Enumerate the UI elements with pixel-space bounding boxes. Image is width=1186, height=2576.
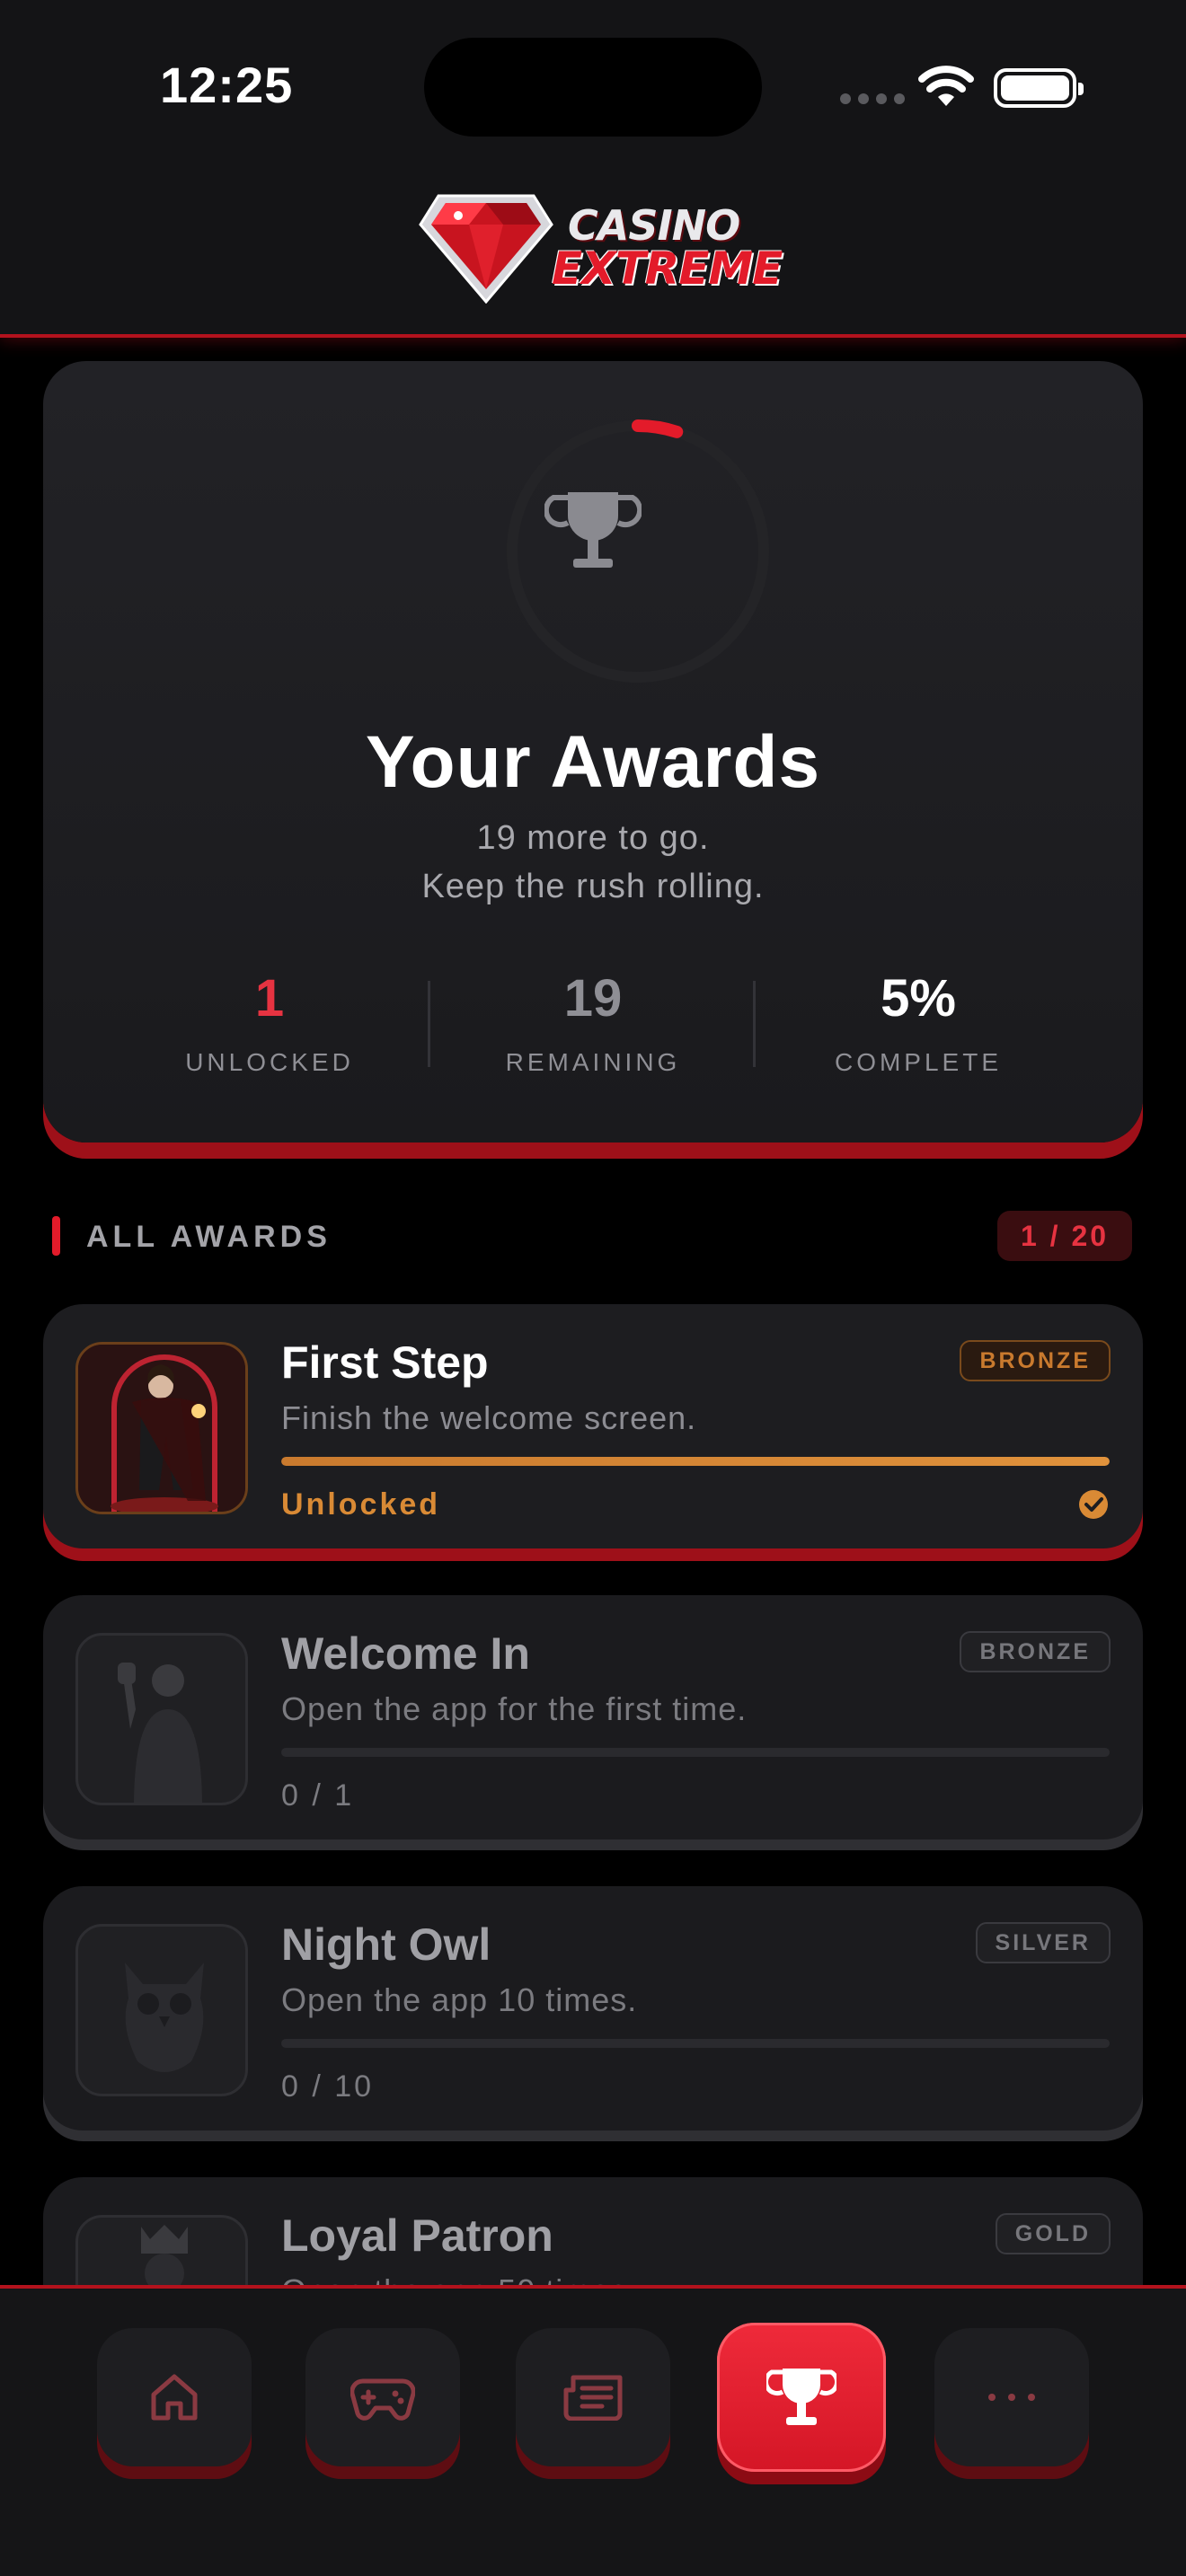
stat-divider (428, 981, 430, 1067)
owl-silhouette-icon (125, 1963, 204, 2072)
awards-summary-card: Your Awards 19 more to go. Keep the rush… (43, 361, 1143, 1142)
home-icon (151, 2374, 198, 2421)
award-image (75, 1924, 248, 2096)
dynamic-island (424, 38, 762, 137)
check-circle-icon (1079, 1490, 1108, 1519)
award-status: 0 / 10 (281, 2069, 375, 2104)
tier-badge: BRONZE (960, 1340, 1111, 1381)
award-card-first-step[interactable]: First Step Finish the welcome screen. BR… (43, 1304, 1143, 1548)
stat-remaining: 19 REMAINING (440, 968, 746, 1077)
award-progress-bar (281, 1748, 1110, 1757)
logo-extreme-text: EXTREME (552, 243, 783, 295)
award-status: Unlocked (281, 1487, 441, 1522)
battery-icon (994, 68, 1084, 108)
stat-value: 5% (881, 969, 956, 1028)
nav-more-button[interactable] (934, 2328, 1089, 2466)
tier-badge: BRONZE (960, 1631, 1111, 1672)
awards-screen: 12:25 CASINO EXTREME Your Awards 19 more… (0, 0, 1186, 2576)
trophy-icon (766, 2369, 836, 2425)
stat-label: COMPLETE (834, 1048, 1003, 1076)
casino-extreme-logo[interactable]: CASINO EXTREME (419, 187, 783, 313)
news-icon (563, 2375, 623, 2421)
nav-games-button[interactable] (305, 2328, 460, 2466)
stat-label: UNLOCKED (185, 1048, 354, 1076)
nav-news-button[interactable] (516, 2328, 670, 2466)
award-image (75, 1342, 248, 1514)
nav-home-button[interactable] (97, 2328, 252, 2466)
stats-row: 1 UNLOCKED 19 REMAINING 5% COMPLETE (43, 968, 1143, 1085)
award-card-welcome-in[interactable]: Welcome In Open the app for the first ti… (43, 1595, 1143, 1839)
stat-divider (753, 981, 756, 1067)
award-progress-bar (281, 1457, 1110, 1466)
section-accent-bar (52, 1216, 60, 1256)
gamepad-icon (350, 2378, 415, 2421)
top-bar: 12:25 CASINO EXTREME (0, 0, 1186, 338)
waving-man-silhouette-icon (118, 1663, 202, 1803)
award-progress-bar (281, 2039, 1110, 2048)
award-description: Open the app for the first time. (281, 1690, 748, 1727)
award-status: 0 / 1 (281, 1778, 355, 1813)
stat-unlocked: 1 UNLOCKED (117, 968, 422, 1077)
stat-value: 19 (563, 969, 623, 1028)
award-title: Night Owl (281, 1919, 491, 1970)
hero-subtitle-line2: Keep the rush rolling. (421, 868, 765, 905)
cellular-signal-icon (840, 93, 905, 104)
award-description: Open the app 10 times. (281, 1981, 638, 2018)
award-title: Welcome In (281, 1628, 530, 1679)
diamond-logo-icon (419, 194, 553, 304)
wifi-icon (918, 66, 974, 106)
award-image (75, 1633, 248, 1805)
hero-subtitle-line1: 19 more to go. (476, 819, 710, 857)
awards-count-badge: 1 / 20 (997, 1211, 1132, 1261)
stat-complete: 5% COMPLETE (766, 968, 1071, 1077)
award-card-night-owl[interactable]: Night Owl Open the app 10 times. SILVER … (43, 1886, 1143, 2130)
page-title: Your Awards (365, 721, 821, 803)
award-description: Finish the welcome screen. (281, 1399, 697, 1436)
status-time: 12:25 (160, 57, 294, 113)
tier-badge: GOLD (995, 2213, 1111, 2254)
nav-awards-button[interactable] (717, 2323, 886, 2472)
award-title: First Step (281, 1337, 489, 1388)
stat-value: 1 (254, 969, 285, 1028)
award-title: Loyal Patron (281, 2210, 553, 2261)
stat-label: REMAINING (505, 1048, 681, 1076)
bottom-navigation (0, 2285, 1186, 2576)
tier-badge: SILVER (975, 1922, 1111, 1963)
caped-figure-portrait-icon (78, 1345, 245, 1512)
section-title: ALL AWARDS (86, 1220, 332, 1254)
more-icon (988, 2394, 1035, 2401)
trophy-icon (544, 492, 642, 568)
